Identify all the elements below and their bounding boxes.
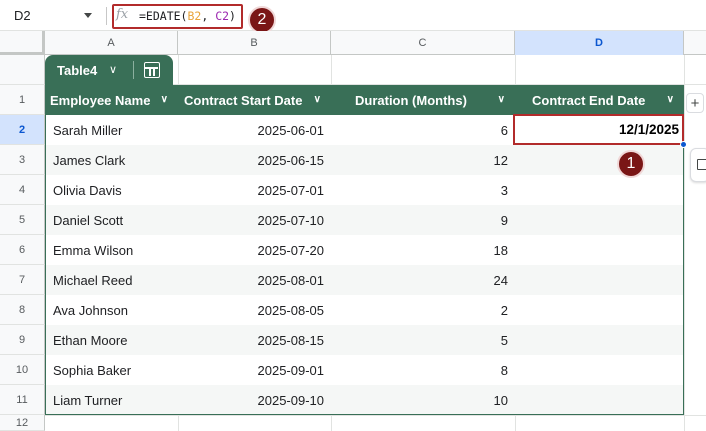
select-all-corner[interactable]	[0, 31, 45, 55]
clipboard-icon	[697, 159, 706, 170]
cell-start-date[interactable]: 2025-06-01	[178, 115, 331, 145]
cell-employee-name[interactable]: Olivia Davis	[45, 175, 178, 205]
cell-employee-name[interactable]: Daniel Scott	[45, 205, 178, 235]
cell-duration[interactable]: 5	[331, 325, 515, 355]
row-header-9[interactable]: 9	[0, 325, 45, 355]
cell-employee-name[interactable]: Michael Reed	[45, 265, 178, 295]
formula-separator: ,	[201, 9, 216, 23]
cell-duration[interactable]: 2	[331, 295, 515, 325]
formula-input[interactable]: =EDATE(B2, C2)	[139, 9, 236, 23]
cell-duration[interactable]: 10	[331, 385, 515, 415]
formula-bar: D2 fx =EDATE(B2, C2)	[0, 0, 706, 31]
cell-employee-name[interactable]: James Clark	[45, 145, 178, 175]
cell-reference: D2	[14, 8, 31, 23]
row-header-7[interactable]: 7	[0, 265, 45, 295]
row-header-12[interactable]: 12	[0, 415, 45, 431]
cell-start-date[interactable]: 2025-06-15	[178, 145, 331, 175]
cell-duration[interactable]: 9	[331, 205, 515, 235]
cell-duration[interactable]: 6	[331, 115, 515, 145]
row-header-11[interactable]: 11	[0, 385, 45, 415]
side-panel-toggle[interactable]	[690, 148, 706, 182]
gridline	[45, 415, 706, 416]
tab-divider	[133, 61, 134, 79]
row-header-8[interactable]: 8	[0, 295, 45, 325]
cell-start-date[interactable]: 2025-07-01	[178, 175, 331, 205]
formula-arg-start-date: B2	[187, 9, 202, 23]
table-view-icon[interactable]	[144, 62, 160, 78]
gridline	[178, 55, 179, 85]
gridline	[515, 416, 516, 431]
column-header-c[interactable]: C	[331, 31, 515, 55]
gridline	[178, 416, 179, 431]
cell-duration[interactable]: 12	[331, 145, 515, 175]
cell-duration[interactable]: 3	[331, 175, 515, 205]
row-header-tab-row	[0, 55, 45, 85]
column-header-d[interactable]: D	[515, 31, 684, 55]
formula-arg-duration: C2	[215, 9, 230, 23]
fx-icon: fx	[116, 7, 129, 22]
step-marker-2: 2	[248, 6, 276, 34]
cell-employee-name[interactable]: Sophia Baker	[45, 355, 178, 385]
cell-start-date[interactable]: 2025-08-15	[178, 325, 331, 355]
gridline	[515, 55, 516, 85]
cell-duration[interactable]: 18	[331, 235, 515, 265]
row-header-10[interactable]: 10	[0, 355, 45, 385]
chevron-down-icon[interactable]: ∨	[109, 63, 117, 76]
add-column-button[interactable]: +	[686, 93, 704, 113]
table-tab[interactable]: Table4 ∨	[45, 55, 173, 85]
cell-employee-name[interactable]: Emma Wilson	[45, 235, 178, 265]
cell-employee-name[interactable]: Sarah Miller	[45, 115, 178, 145]
cell-start-date[interactable]: 2025-09-10	[178, 385, 331, 415]
column-header-b[interactable]: B	[178, 31, 331, 55]
row-header-2[interactable]: 2	[0, 115, 45, 145]
row-header-4[interactable]: 4	[0, 175, 45, 205]
column-header-a[interactable]: A	[45, 31, 178, 55]
cell-start-date[interactable]: 2025-08-01	[178, 265, 331, 295]
table-name: Table4	[57, 63, 98, 78]
formula-prefix: =EDATE(	[139, 9, 188, 23]
active-cell-highlight	[513, 114, 684, 145]
cell-duration[interactable]: 8	[331, 355, 515, 385]
row-header-3[interactable]: 3	[0, 145, 45, 175]
gridline	[684, 55, 685, 431]
cell-employee-name[interactable]: Ethan Moore	[45, 325, 178, 355]
formula-suffix: )	[229, 9, 236, 23]
row-header-5[interactable]: 5	[0, 205, 45, 235]
name-box-dropdown-icon[interactable]	[84, 13, 92, 18]
cell-employee-name[interactable]: Liam Turner	[45, 385, 178, 415]
cell-start-date[interactable]: 2025-07-20	[178, 235, 331, 265]
row-header-6[interactable]: 6	[0, 235, 45, 265]
cell-start-date[interactable]: 2025-07-10	[178, 205, 331, 235]
cell-start-date[interactable]: 2025-09-01	[178, 355, 331, 385]
row-header-1[interactable]: 1	[0, 85, 45, 115]
cell-employee-name[interactable]: Ava Johnson	[45, 295, 178, 325]
cell-duration[interactable]: 24	[331, 265, 515, 295]
formula-bar-divider	[106, 7, 107, 25]
fill-handle[interactable]	[680, 141, 687, 148]
gridline	[331, 416, 332, 431]
step-marker-1: 1	[617, 150, 645, 178]
cell-start-date[interactable]: 2025-08-05	[178, 295, 331, 325]
gridline	[331, 55, 332, 85]
